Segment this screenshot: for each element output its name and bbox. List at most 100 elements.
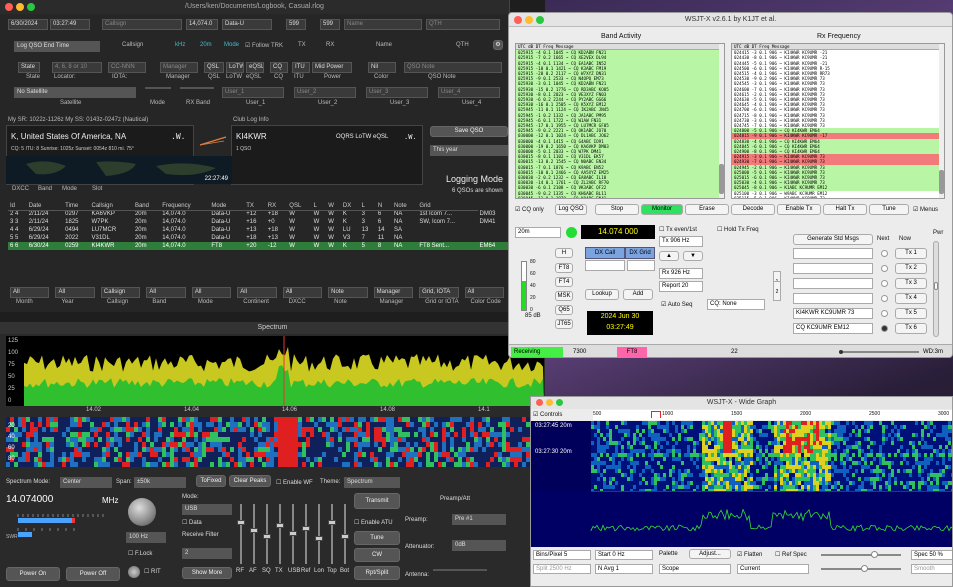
iota-input[interactable]: CC-NNN — [108, 62, 146, 73]
table-row[interactable]: 2 4 2/11/24 0297 KA6VKP 20m 14,074.0 Data-U +12… — [8, 210, 508, 218]
table-row[interactable]: 3 3 2/11/24 1825 W7PK 20m 14,074.0 Data-U +16 +0… — [8, 218, 508, 226]
adjust-button[interactable]: Adjust... — [689, 549, 731, 559]
table-row[interactable]: 4 4 6/29/24 0494 LU7MCR 20m 14,074.0 Data-U +13… — [8, 226, 508, 234]
column-header[interactable]: L — [311, 202, 327, 211]
column-header[interactable]: DX — [340, 202, 360, 211]
column-header[interactable]: Mode — [209, 202, 245, 211]
name-input[interactable]: Name — [344, 19, 422, 30]
mode-jt65-button[interactable]: JT65 — [555, 319, 573, 329]
tx-next-radio[interactable] — [881, 325, 888, 332]
callsign-input[interactable]: Callsign — [102, 19, 182, 30]
level-slider[interactable] — [250, 504, 258, 564]
ref-spec-checkbox[interactable]: ☐ Ref Spec — [775, 551, 807, 558]
dx-call-input[interactable] — [585, 260, 625, 271]
monitor-button[interactable]: Monitor — [641, 204, 683, 215]
tune-button[interactable]: Tune — [354, 531, 400, 545]
current-select[interactable]: Current — [737, 564, 809, 574]
level-slider[interactable] — [328, 504, 336, 564]
slider-thumb[interactable] — [315, 536, 323, 542]
satellite-select[interactable]: No Satellite — [14, 87, 136, 98]
decode-line[interactable]: 030045 -11 0.1 1970 ~ CQ K0ABC EN41 — [516, 195, 724, 198]
slider-thumb[interactable] — [263, 533, 271, 539]
column-header[interactable]: QSL — [287, 202, 312, 211]
rpt-split-button[interactable]: Rpt/Split — [354, 566, 400, 580]
tx-message-field[interactable] — [793, 293, 873, 304]
start-freq-spinner[interactable]: Start 0 Hz — [595, 550, 653, 560]
manager-input[interactable]: Manager — [160, 62, 198, 73]
zoom-icon[interactable] — [27, 3, 35, 11]
n-avg-spinner[interactable]: N Avg 1 — [595, 564, 653, 574]
theme-select[interactable]: Spectrum — [344, 477, 400, 488]
tune-button[interactable]: Tune — [869, 204, 909, 215]
tx-message-field[interactable] — [793, 248, 873, 259]
minimize-icon[interactable] — [16, 3, 24, 11]
enable-tx-button[interactable]: Enable Tx — [777, 204, 821, 215]
receive-filter-select[interactable]: 2 — [182, 548, 232, 559]
band-activity-scrollbar[interactable] — [719, 44, 724, 198]
filter-select[interactable]: All — [55, 287, 95, 298]
minimize-icon[interactable] — [546, 399, 553, 406]
level-slider[interactable] — [263, 504, 271, 564]
slider-thumb[interactable] — [237, 520, 245, 526]
add-button[interactable]: Add — [623, 289, 653, 300]
column-header[interactable]: L — [359, 202, 376, 211]
preamp-select[interactable]: Pre #1 — [452, 514, 506, 525]
filter-select[interactable]: All — [146, 287, 186, 298]
controls-checkbox[interactable]: ☑ Controls — [533, 411, 562, 418]
level-slider[interactable] — [276, 504, 284, 564]
qso-note-input[interactable]: QSO Note — [404, 62, 502, 73]
filter-select[interactable]: All — [464, 287, 504, 298]
close-icon[interactable] — [5, 3, 13, 11]
filter-select[interactable]: Manager — [373, 287, 414, 298]
filter-select[interactable]: Note — [328, 287, 368, 298]
slot-tab[interactable]: Slot — [92, 186, 102, 192]
mode-ft8-button[interactable]: FT8 — [555, 263, 573, 273]
tx-message-field[interactable]: KI4KWR KC9UMR 73 — [793, 308, 873, 319]
report-spinner[interactable]: Report 20 — [659, 281, 703, 292]
dx-grid-input[interactable] — [627, 260, 655, 271]
tx-now-button[interactable]: Tx 3 — [895, 278, 927, 289]
rx-freq-spinner[interactable]: Rx 926 Hz — [659, 268, 703, 279]
table-row[interactable]: 5 5 6/29/24 2022 V31DL 20m 14,074.0 Data-U +18 +… — [8, 234, 508, 242]
slider-thumb[interactable] — [289, 531, 297, 536]
flatten-checkbox[interactable]: ☑ Flatten — [737, 551, 762, 558]
sat-mode-select[interactable] — [145, 87, 171, 89]
flock-checkbox[interactable]: ☐ F.Lock — [128, 550, 152, 557]
column-header[interactable]: RX — [265, 202, 288, 211]
filter-select[interactable]: All — [237, 287, 277, 298]
transmit-button[interactable]: Transmit — [354, 493, 400, 509]
data-checkbox[interactable]: ☐ Data — [182, 519, 202, 526]
filter-select[interactable]: All — [191, 287, 232, 298]
power-slider[interactable] — [933, 241, 939, 337]
minimize-icon[interactable] — [525, 16, 533, 24]
log-mode-select[interactable]: Log QSO End Time — [14, 41, 100, 52]
rx-decode-line[interactable]: 025115 -5 0.1 906 ~ KI4KWR KC9UMR 73 — [732, 196, 944, 198]
level-slider[interactable] — [341, 504, 349, 564]
zoom-icon[interactable] — [556, 399, 563, 406]
rig-mode-select[interactable]: USB — [182, 504, 232, 515]
gain-slider[interactable] — [821, 551, 901, 558]
show-more-button[interactable]: Show More — [182, 567, 232, 579]
filter-select[interactable]: All — [282, 287, 323, 298]
user2-input[interactable]: User_2 — [294, 87, 356, 98]
color-select[interactable]: Nil — [368, 62, 396, 73]
stop-button[interactable]: Stop — [595, 204, 639, 215]
mode-msk-button[interactable]: MSK — [555, 291, 573, 301]
column-header[interactable]: Grid — [417, 202, 478, 211]
menus-checkbox[interactable]: ☑ Menus — [913, 206, 938, 213]
tx-even-checkbox[interactable]: ☐ Tx even/1st — [659, 226, 697, 233]
tx-next-radio[interactable] — [881, 250, 888, 257]
tx-now-button[interactable]: Tx 1 — [895, 248, 927, 259]
filter-select[interactable]: Callsign — [100, 287, 141, 298]
tx-freq-spinner[interactable]: Tx 906 Hz — [659, 236, 703, 247]
slider-thumb[interactable] — [302, 525, 310, 531]
frequency-field[interactable]: 14,074.0 — [186, 19, 218, 30]
tx-message-field[interactable]: CQ KC9UMR EM12 — [793, 323, 873, 334]
mode-select[interactable]: Data-U — [222, 19, 272, 30]
tx-now-button[interactable]: Tx 4 — [895, 293, 927, 304]
filter-select[interactable]: All — [10, 287, 50, 298]
period-select[interactable]: This year — [430, 145, 508, 156]
cq-zone-field[interactable]: CQ — [270, 62, 288, 73]
spectrum-mode-select[interactable]: Center — [60, 477, 112, 488]
level-slider[interactable] — [237, 504, 245, 564]
